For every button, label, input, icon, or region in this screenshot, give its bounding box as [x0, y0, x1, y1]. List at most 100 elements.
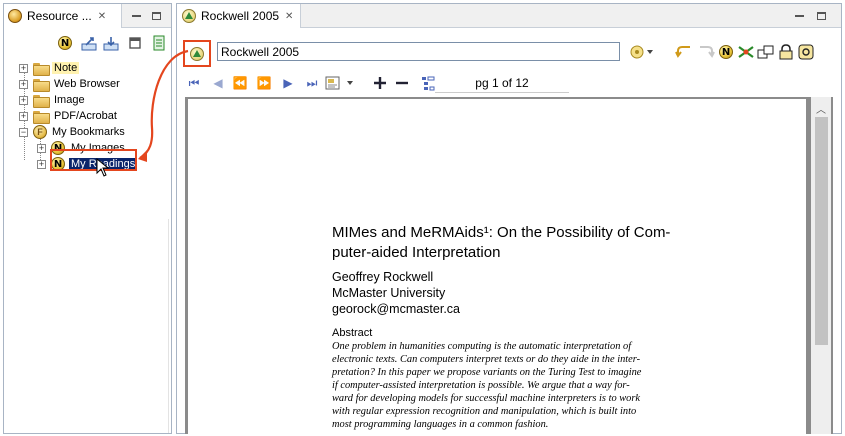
tab-rockwell-2005[interactable]: Rockwell 2005 ✕ — [177, 4, 301, 28]
expand-icon[interactable]: + — [37, 159, 46, 169]
view-menu-button[interactable] — [126, 34, 144, 52]
expand-icon[interactable]: + — [19, 111, 28, 121]
lock-icon — [779, 44, 793, 60]
rewind-icon: ⏪ — [232, 76, 248, 90]
last-page-button[interactable]: ⏭ — [303, 74, 321, 92]
address-row: N — [177, 36, 841, 67]
doc-abstract-line: with regular expression recognition and … — [332, 406, 637, 417]
maximize-icon — [816, 12, 826, 20]
doc-author: Geoffrey Rockwell — [332, 270, 434, 284]
pdf-nav-toolbar: ⏮ ◀ ⏪ ⏩ ▶ ⏭ pg 1 of 12 — [177, 70, 841, 96]
tree-item-pdf-acrobat[interactable]: + PDF/Acrobat — [19, 108, 119, 124]
back-link-button[interactable] — [675, 43, 693, 61]
zoom-in-button[interactable] — [371, 74, 389, 92]
resource-name-input[interactable] — [217, 42, 620, 61]
prev-page-button[interactable]: ◀ — [209, 74, 227, 92]
tree-item-label: PDF/Acrobat — [54, 110, 117, 122]
unlink-icon — [738, 46, 754, 58]
resource-dropdown-button[interactable] — [629, 43, 655, 61]
doc-abstract-line: if computer-assisted interpretation is p… — [332, 380, 630, 391]
fast-forward-icon: ⏩ — [256, 76, 272, 90]
doc-abstract-line: electronic texts. Can computers interpre… — [332, 354, 641, 365]
zoom-out-icon — [396, 81, 408, 85]
left-toolbar: N — [4, 29, 171, 57]
doc-title-line: MIMes and MeRMAids¹: On the Possibility … — [332, 224, 671, 241]
pdf-resource-icon — [190, 46, 204, 61]
minimize-button[interactable] — [130, 10, 142, 22]
tree-item-web-browser[interactable]: + Web Browser — [19, 76, 122, 92]
tab-resource[interactable]: Resource ... ✕ — [4, 4, 122, 28]
doc-abstract-line: pretation? In this paper we propose vari… — [332, 367, 642, 378]
folder-icon — [33, 78, 50, 92]
doc-title: MIMes and MeRMAids¹: On the Possibility … — [332, 223, 670, 263]
scroll-up-icon[interactable]: ︿ — [811, 101, 831, 116]
annotation-highlight-box — [50, 149, 137, 171]
editor-tabbar: Rockwell 2005 ✕ — [177, 4, 841, 28]
layout-button[interactable] — [757, 43, 775, 61]
forward-link-button[interactable] — [697, 43, 715, 61]
first-page-button[interactable]: ⏮ — [185, 74, 203, 92]
left-scroll-rail — [168, 219, 171, 433]
sync-icon — [153, 35, 165, 51]
maximize-icon — [151, 12, 161, 20]
tree-item-image[interactable]: + Image — [19, 92, 87, 108]
tree-item-label: My Bookmarks — [52, 126, 125, 138]
folder-icon — [33, 94, 50, 108]
tree-item-label: Image — [54, 94, 85, 106]
vertical-scrollbar[interactable]: ︿ — [811, 97, 831, 434]
tree-item-note[interactable]: + Note — [19, 60, 80, 76]
minimize-icon — [131, 15, 141, 17]
n-node-button[interactable]: N — [717, 43, 735, 61]
close-icon[interactable]: ✕ — [98, 11, 106, 22]
mouse-cursor-icon — [96, 158, 110, 177]
doc-abstract-heading: Abstract — [332, 327, 373, 339]
tree-item-label: Note — [52, 62, 80, 74]
resource-tab-icon — [8, 9, 22, 23]
close-icon[interactable]: ✕ — [285, 11, 293, 22]
pdf-page: MIMes and MeRMAids¹: On the Possibility … — [188, 99, 806, 436]
scroll-thumb[interactable] — [815, 117, 828, 345]
doc-abstract: One problem in humanities computing is t… — [332, 340, 641, 431]
bookmarks-icon: F — [33, 125, 47, 139]
tab-resource-label: Resource ... — [27, 9, 92, 23]
export-icon — [81, 37, 97, 51]
tree-item-label: Web Browser — [54, 78, 120, 90]
minimize-button[interactable] — [793, 10, 805, 22]
expand-icon[interactable]: + — [19, 95, 28, 105]
resource-icon-button[interactable] — [183, 40, 211, 67]
maximize-button[interactable] — [150, 10, 162, 22]
page-indicator: pg 1 of 12 — [435, 73, 569, 93]
maximize-button[interactable] — [815, 10, 827, 22]
rewind-button[interactable]: ⏪ — [231, 74, 249, 92]
settings-button[interactable] — [797, 43, 815, 61]
last-page-icon: ⏭ — [306, 75, 318, 90]
fast-forward-button[interactable]: ⏩ — [255, 74, 273, 92]
first-page-icon: ⏮ — [188, 75, 200, 90]
doc-title-line: puter-aided Interpretation — [332, 244, 501, 261]
folder-icon — [33, 110, 50, 124]
expand-icon[interactable]: + — [19, 79, 28, 89]
collapse-icon[interactable]: − — [19, 127, 28, 137]
page-view-icon — [325, 76, 353, 90]
doc-email: georock@mcmaster.ca — [332, 302, 461, 316]
lock-button[interactable] — [777, 43, 795, 61]
left-tabbar: Resource ... ✕ — [4, 4, 171, 28]
view-mode-dropdown[interactable] — [325, 74, 359, 92]
expand-icon[interactable]: + — [37, 143, 46, 153]
minimize-icon — [794, 15, 804, 17]
doc-abstract-line: most programming languages in a common f… — [332, 419, 549, 430]
next-page-button[interactable]: ▶ — [279, 74, 297, 92]
new-n-button[interactable]: N — [56, 34, 74, 52]
sync-button[interactable] — [150, 34, 168, 52]
forward-arrow-icon — [700, 46, 715, 58]
expand-icon[interactable]: + — [19, 63, 28, 73]
tree-item-my-bookmarks[interactable]: − F My Bookmarks — [19, 124, 127, 140]
unlink-button[interactable] — [737, 43, 755, 61]
prev-page-icon: ◀ — [213, 76, 223, 90]
n-node-icon: N — [58, 36, 72, 50]
zoom-out-button[interactable] — [393, 74, 411, 92]
tab-editor-label: Rockwell 2005 — [201, 9, 280, 23]
pdf-viewport: MIMes and MeRMAids¹: On the Possibility … — [185, 97, 833, 436]
import-button[interactable] — [102, 34, 120, 52]
export-button[interactable] — [80, 34, 98, 52]
